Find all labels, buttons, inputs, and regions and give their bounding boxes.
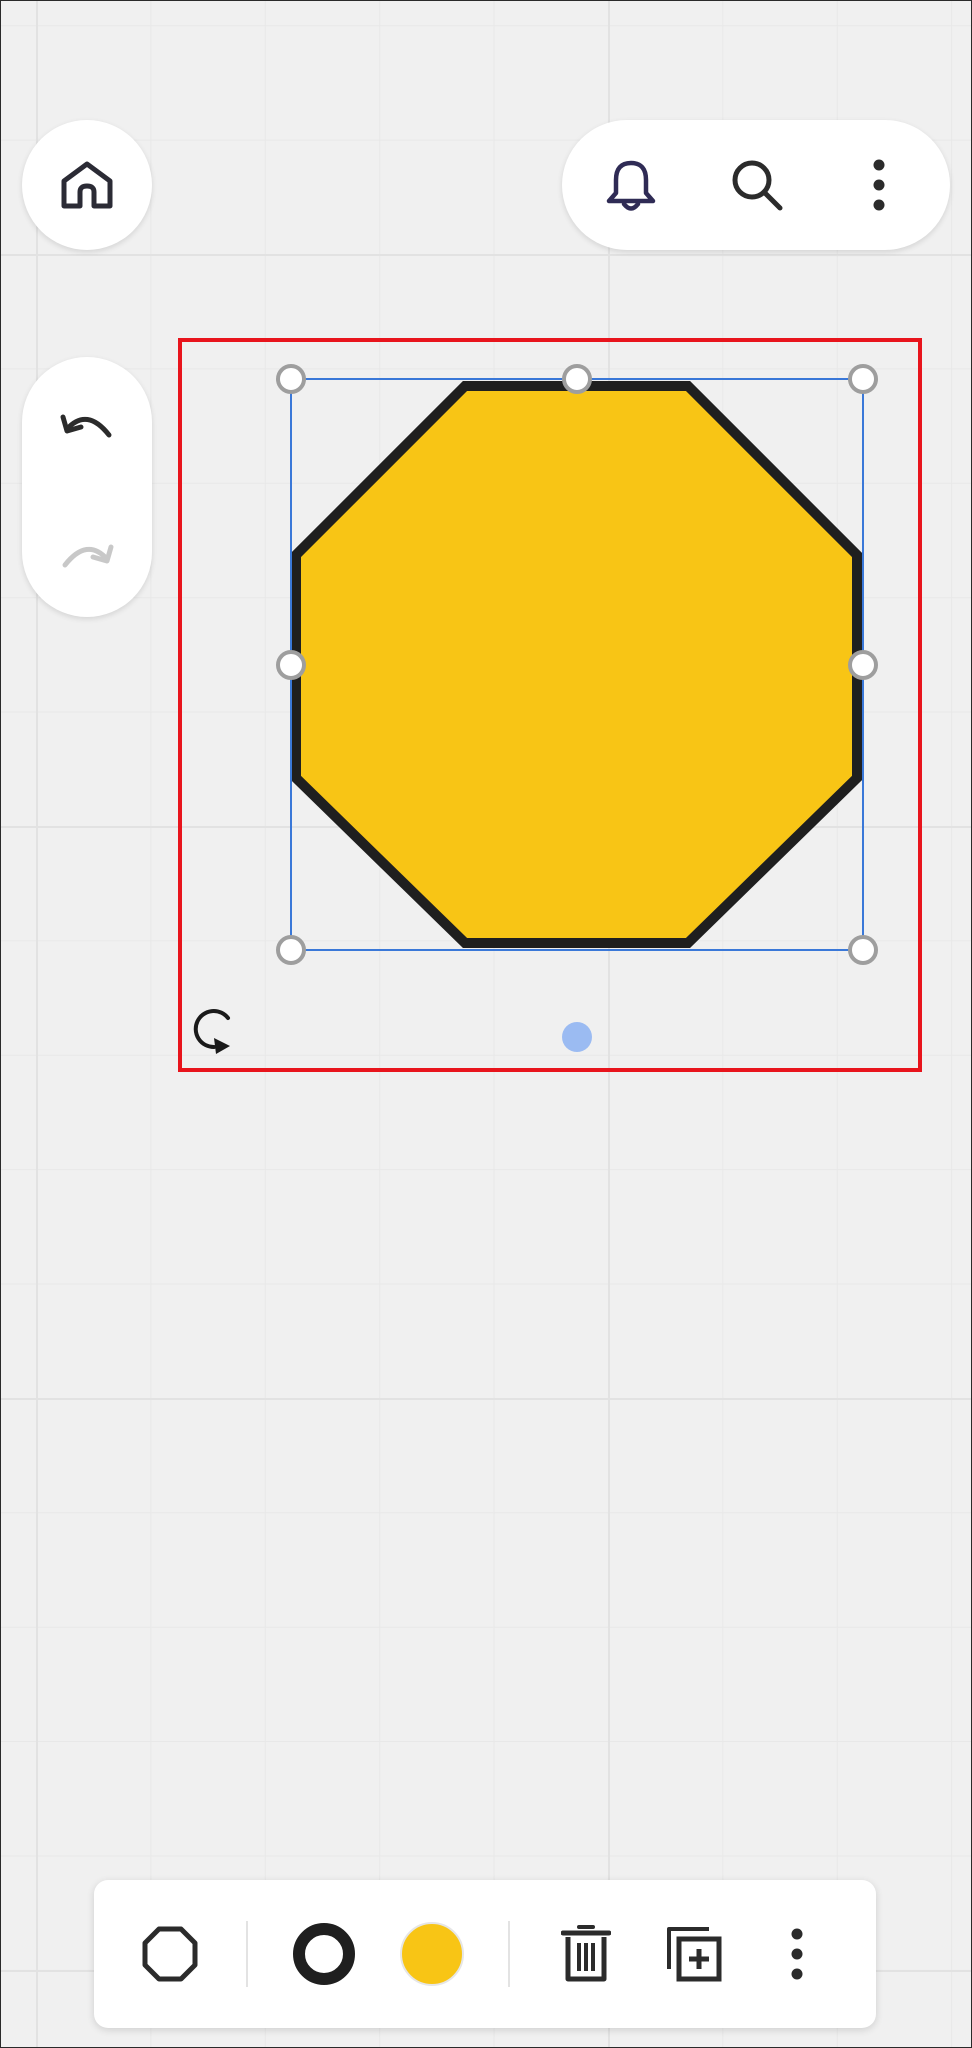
rotate-icon[interactable] — [193, 1009, 230, 1054]
shape-toolbar — [94, 1880, 876, 2028]
resize-handle-right[interactable] — [848, 650, 878, 680]
resize-handle-bottom-right[interactable] — [848, 935, 878, 965]
resize-handle-top-right[interactable] — [848, 364, 878, 394]
trash-icon[interactable] — [546, 1914, 626, 1994]
anchor-point[interactable] — [562, 1022, 592, 1052]
resize-handle-top-left[interactable] — [276, 364, 306, 394]
fill-color-swatch[interactable] — [392, 1914, 472, 1994]
toolbar-divider — [508, 1921, 510, 1987]
more-vertical-icon[interactable] — [762, 1914, 832, 1994]
duplicate-icon[interactable] — [654, 1914, 734, 1994]
resize-handle-bottom-left[interactable] — [276, 935, 306, 965]
octagon-icon[interactable] — [130, 1914, 210, 1994]
octagon-shape[interactable] — [291, 381, 862, 948]
stroke-color-swatch[interactable] — [284, 1914, 364, 1994]
resize-handle-top[interactable] — [562, 364, 592, 394]
toolbar-divider — [246, 1921, 248, 1987]
resize-handle-left[interactable] — [276, 650, 306, 680]
